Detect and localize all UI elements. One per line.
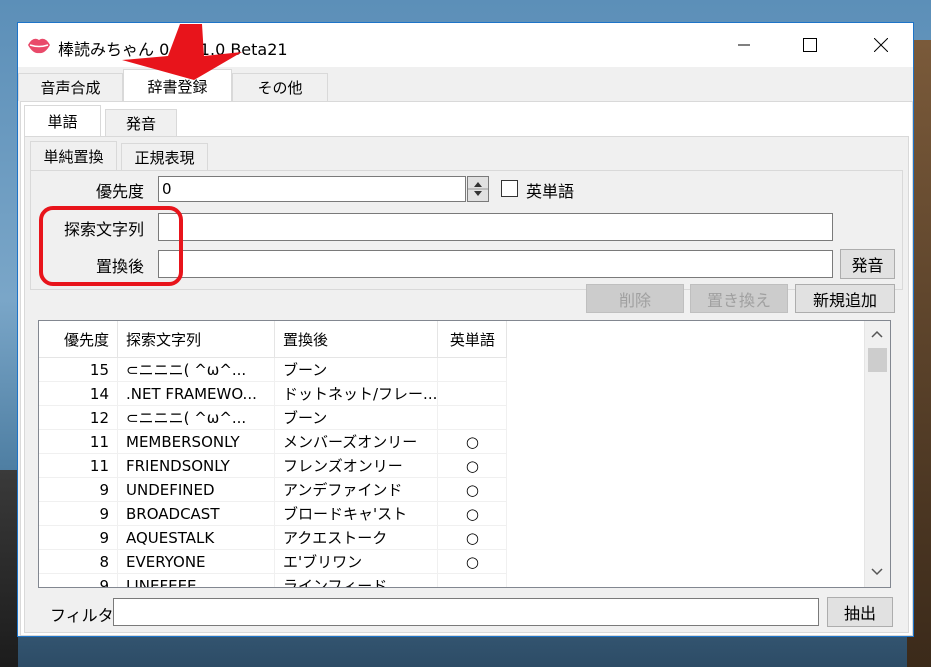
table-row[interactable]: 11 FRIENDSONLY フレンズオンリー ○ [39, 453, 508, 478]
cell-replace: ドットネット/フレー... [274, 381, 439, 406]
background-rock [0, 470, 18, 667]
cell-search: .NET FRAMEWO... [117, 381, 275, 406]
filter-input[interactable] [113, 598, 819, 626]
close-button[interactable] [858, 23, 904, 67]
scroll-down-icon[interactable] [871, 568, 883, 576]
cell-replace: ラインフィード [274, 573, 439, 587]
table-row[interactable]: 8 EVERYONE エ'ブリワン ○ [39, 549, 508, 574]
cell-search: AQUESTALK [117, 525, 275, 550]
cell-search: UNDEFINED [117, 477, 275, 502]
replacement-input[interactable] [158, 250, 833, 278]
lips-app-icon [28, 38, 50, 54]
scroll-up-icon[interactable] [871, 330, 883, 338]
cell-priority: 11 [39, 453, 118, 478]
priority-label: 優先度 [95, 182, 144, 201]
cell-search: ⊂ニニニ( ^ω^... [117, 357, 275, 382]
cell-english [437, 357, 508, 382]
cell-replace: フレンズオンリー [274, 453, 439, 478]
filter-label: フィルタ [50, 606, 114, 625]
list-scrollbar[interactable] [864, 321, 890, 587]
column-header-search[interactable]: 探索文字列 [117, 321, 275, 358]
maximize-icon [803, 38, 817, 52]
column-header-english[interactable]: 英単語 [437, 321, 508, 358]
cell-priority: 15 [39, 357, 118, 382]
english-word-checkbox[interactable] [501, 180, 518, 197]
table-row[interactable]: 9 UNDEFINED アンデファインド ○ [39, 477, 508, 502]
cell-replace: ブーン [274, 357, 439, 382]
priority-input[interactable]: 0 [158, 176, 466, 202]
annotation-highlight-box [39, 206, 183, 286]
annotation-arrow-icon [122, 24, 242, 80]
minimize-button[interactable] [721, 23, 767, 67]
cell-search: EVERYONE [117, 549, 275, 574]
priority-spinner[interactable] [467, 176, 489, 202]
minimize-icon [738, 44, 750, 46]
extract-button[interactable]: 抽出 [827, 597, 893, 627]
list-header: 優先度 探索文字列 置換後 英単語 [39, 321, 508, 358]
cell-priority: 9 [39, 525, 118, 550]
cell-replace: メンバーズオンリー [274, 429, 439, 454]
cell-replace: ブーン [274, 405, 439, 430]
cell-priority: 11 [39, 429, 118, 454]
table-row[interactable]: 11 MEMBERSONLY メンバーズオンリー ○ [39, 429, 508, 454]
cell-english: ○ [437, 525, 508, 550]
dictionary-list[interactable]: 優先度 探索文字列 置換後 英単語 15 ⊂ニニニ( ^ω^... ブーン 14 .NE… [38, 320, 891, 588]
table-row[interactable]: 9 AQUESTALK アクエストーク ○ [39, 525, 508, 550]
table-row[interactable]: 12 ⊂ニニニ( ^ω^... ブーン [39, 405, 508, 430]
tab-regex[interactable]: 正規表現 [121, 143, 208, 171]
scroll-thumb[interactable] [868, 348, 887, 372]
cell-search: LINEFEEE [117, 573, 275, 587]
pronounce-button[interactable]: 発音 [840, 249, 895, 279]
cell-english: ○ [437, 477, 508, 502]
cell-english: ○ [437, 453, 508, 478]
cell-english: ○ [437, 501, 508, 526]
cell-search: FRIENDSONLY [117, 453, 275, 478]
tab-pronunciation[interactable]: 発音 [105, 109, 177, 137]
close-icon [874, 38, 888, 52]
cell-english [437, 405, 508, 430]
cell-priority: 14 [39, 381, 118, 406]
search-string-input[interactable] [158, 213, 833, 241]
column-header-priority[interactable]: 優先度 [39, 321, 118, 358]
tab-word[interactable]: 単語 [24, 105, 101, 137]
cell-search: BROADCAST [117, 501, 275, 526]
column-header-replace[interactable]: 置換後 [274, 321, 439, 358]
cell-replace: ブロードキャ'スト [274, 501, 439, 526]
table-row[interactable]: 9 LINEFEEE ラインフィード [39, 573, 508, 587]
table-row[interactable]: 9 BROADCAST ブロードキャ'スト ○ [39, 501, 508, 526]
replace-button[interactable]: 置き換え [690, 284, 788, 313]
cell-priority: 9 [39, 501, 118, 526]
delete-button[interactable]: 削除 [586, 284, 684, 313]
cell-replace: アンデファインド [274, 477, 439, 502]
tab-voice-synthesis[interactable]: 音声合成 [18, 73, 123, 101]
cell-priority: 9 [39, 573, 118, 587]
add-new-button[interactable]: 新規追加 [795, 284, 895, 313]
tab-simple-replace[interactable]: 単純置換 [30, 141, 117, 171]
cell-priority: 12 [39, 405, 118, 430]
app-window: 棒読みちゃん 0.1.11.0 Beta21 音声合成 辞書登録 その他 単語 … [17, 22, 914, 637]
cell-english: ○ [437, 549, 508, 574]
cell-search: ⊂ニニニ( ^ω^... [117, 405, 275, 430]
cell-english [437, 381, 508, 406]
cell-english: ○ [437, 429, 508, 454]
english-word-label: 英単語 [526, 182, 575, 201]
cell-priority: 9 [39, 477, 118, 502]
cell-priority: 8 [39, 549, 118, 574]
maximize-button[interactable] [787, 23, 833, 67]
cell-replace: エ'ブリワン [274, 549, 439, 574]
table-row[interactable]: 15 ⊂ニニニ( ^ω^... ブーン [39, 357, 508, 382]
cell-search: MEMBERSONLY [117, 429, 275, 454]
spin-arrows-icon [468, 182, 488, 196]
table-row[interactable]: 14 .NET FRAMEWO... ドットネット/フレー... [39, 381, 508, 406]
cell-replace: アクエストーク [274, 525, 439, 550]
cell-english [437, 573, 508, 587]
